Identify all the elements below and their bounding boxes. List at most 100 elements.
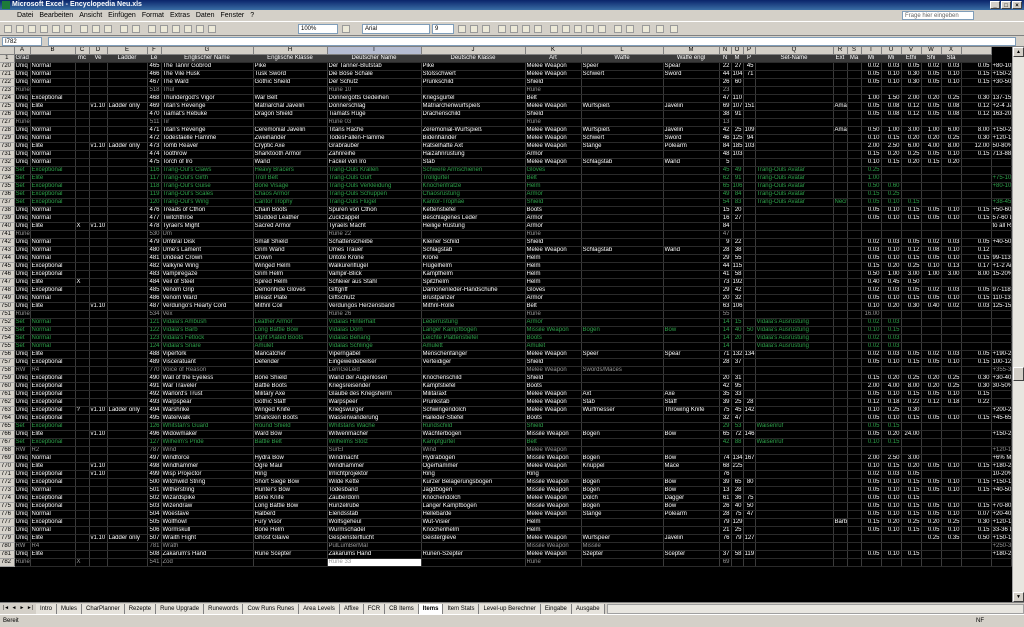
cell[interactable]: Zakarums Hand: [327, 550, 422, 560]
cell[interactable]: Hydra Bow: [253, 454, 328, 464]
cell[interactable]: 498: [147, 462, 162, 472]
cell[interactable]: [107, 230, 148, 240]
cell[interactable]: [901, 182, 922, 192]
sheet-tab[interactable]: Ausgabe: [571, 603, 605, 614]
cell[interactable]: Polearm: [663, 510, 720, 520]
font-size-select[interactable]: 9: [432, 24, 454, 34]
cell[interactable]: Trang-Ouls Avatar: [755, 190, 834, 200]
cell[interactable]: 0.05: [921, 206, 942, 216]
cell[interactable]: Ladder only: [107, 534, 148, 544]
row-header[interactable]: 781: [0, 550, 15, 560]
cell[interactable]: 0.05: [901, 470, 922, 480]
new-icon[interactable]: [4, 25, 12, 33]
cell[interactable]: Bone Shield: [253, 374, 328, 384]
cell[interactable]: [663, 294, 720, 304]
cell[interactable]: Amulet: [525, 342, 582, 352]
cell[interactable]: [663, 150, 720, 160]
cell[interactable]: [75, 174, 90, 184]
cell[interactable]: 0.10: [941, 78, 962, 88]
cell[interactable]: [663, 118, 720, 128]
cell[interactable]: Javelin: [663, 534, 720, 544]
cell[interactable]: Bone Visage: [253, 182, 328, 192]
cell[interactable]: [581, 198, 664, 208]
cell[interactable]: Boots: [525, 334, 582, 344]
cell[interactable]: [663, 334, 720, 344]
column-header[interactable]: E: [107, 47, 148, 56]
cell[interactable]: [30, 558, 76, 568]
cell[interactable]: 0.50: [861, 126, 882, 136]
cell[interactable]: [107, 414, 148, 424]
cell[interactable]: 65: [731, 478, 744, 488]
cell[interactable]: [743, 86, 756, 96]
cell[interactable]: Exceptional: [30, 502, 76, 512]
cell[interactable]: [881, 166, 902, 176]
cell[interactable]: [961, 166, 992, 176]
cell[interactable]: 1.00: [861, 94, 882, 104]
cell[interactable]: [75, 246, 90, 256]
cell[interactable]: [743, 374, 756, 384]
cell[interactable]: Bogen: [581, 326, 664, 336]
cell[interactable]: [581, 86, 664, 96]
cell[interactable]: [743, 526, 756, 536]
cell[interactable]: [75, 326, 90, 336]
cell[interactable]: [75, 366, 90, 376]
cell[interactable]: Bogen: [581, 486, 664, 496]
cell[interactable]: Tyraels Macht: [327, 222, 422, 232]
cell[interactable]: v1.10: [89, 222, 108, 232]
cell[interactable]: [861, 542, 882, 552]
cell[interactable]: 32: [731, 294, 744, 304]
cell[interactable]: 15-20% Dama: [991, 270, 1012, 280]
cell[interactable]: [755, 230, 834, 240]
cell[interactable]: [107, 470, 148, 480]
row-header[interactable]: 735: [0, 182, 15, 192]
cell[interactable]: 0.10: [881, 478, 902, 488]
cell[interactable]: [941, 550, 962, 560]
header-cell[interactable]: Ethi: [901, 54, 922, 64]
cell[interactable]: [107, 326, 148, 336]
cell[interactable]: [75, 166, 90, 176]
cell[interactable]: [833, 286, 848, 296]
cell[interactable]: 50-80% MF: [991, 142, 1012, 152]
cell[interactable]: +80-100 Defen: [991, 182, 1012, 192]
cell[interactable]: +250-300% Da: [991, 542, 1012, 552]
chart-wizard-icon[interactable]: [196, 25, 204, 33]
cell[interactable]: 0.10: [881, 502, 902, 512]
cell[interactable]: [107, 214, 148, 224]
cell[interactable]: Uniq: [14, 470, 31, 480]
cell[interactable]: [833, 398, 848, 408]
cell[interactable]: Szepter: [581, 550, 664, 560]
cell[interactable]: 0.20: [901, 462, 922, 472]
cell[interactable]: Waterwalk: [161, 414, 254, 424]
cell[interactable]: [581, 110, 664, 120]
column-header-selected[interactable]: I: [327, 47, 422, 56]
cell[interactable]: [663, 422, 720, 432]
cell[interactable]: [961, 334, 992, 344]
cell[interactable]: Demonhide Gloves: [253, 286, 328, 296]
cell[interactable]: Runzelrübe: [327, 502, 422, 512]
cell[interactable]: 13: [719, 118, 732, 128]
cell[interactable]: [107, 342, 148, 352]
cell[interactable]: 2.00: [901, 94, 922, 104]
cell[interactable]: [663, 302, 720, 312]
cell[interactable]: [833, 62, 848, 72]
cell[interactable]: 467: [147, 78, 162, 88]
cell[interactable]: Bow: [663, 430, 720, 440]
cell[interactable]: [847, 118, 862, 128]
cell[interactable]: Mithril Coil: [253, 302, 328, 312]
cell[interactable]: [743, 310, 756, 320]
cell[interactable]: Melee Weapon: [525, 102, 582, 112]
cell[interactable]: [755, 390, 834, 400]
cell[interactable]: +45-65 Life: [991, 414, 1012, 424]
cell[interactable]: Melee Weapon: [525, 510, 582, 520]
cell[interactable]: [75, 110, 90, 120]
cell[interactable]: [847, 318, 862, 328]
scroll-down-icon[interactable]: ▼: [1013, 592, 1024, 602]
cell[interactable]: Winged Helm: [253, 262, 328, 272]
cell[interactable]: [991, 278, 1012, 288]
cell[interactable]: [663, 262, 720, 272]
cell[interactable]: +2-4 Javelin & S: [991, 102, 1012, 112]
cell[interactable]: [921, 182, 942, 192]
cell[interactable]: Ward Bow: [253, 430, 328, 440]
column-header[interactable]: V: [901, 47, 922, 56]
cell[interactable]: 146: [743, 430, 756, 440]
